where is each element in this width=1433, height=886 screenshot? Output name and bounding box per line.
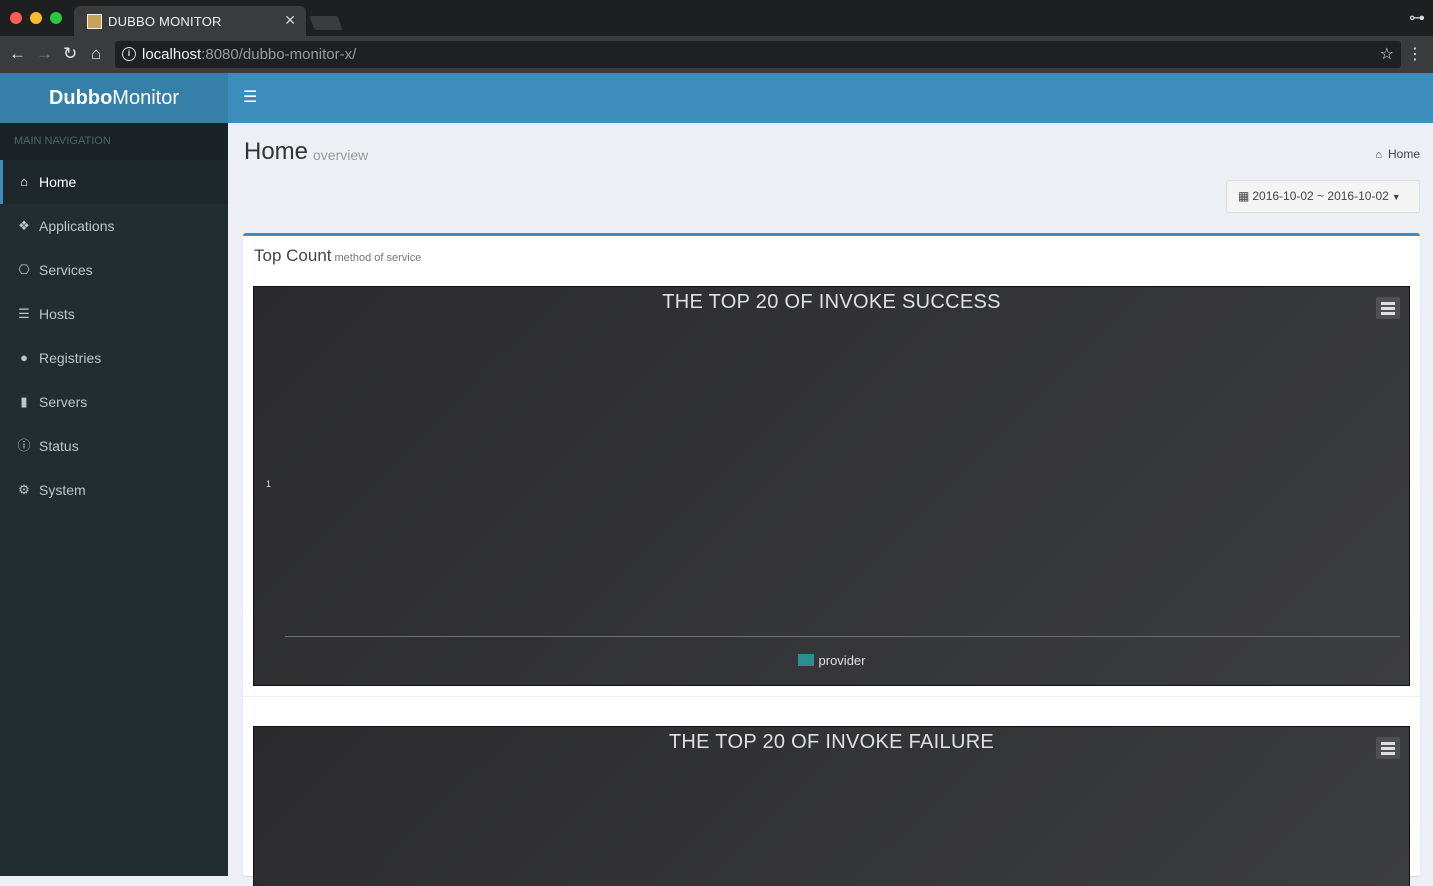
caret-down-icon: ▼ [1391,192,1401,202]
site-info-icon[interactable]: i [122,47,136,61]
sidebar-item-hosts[interactable]: ☰ Hosts [0,292,228,336]
new-tab-button[interactable] [309,16,343,30]
sidebar-item-label: Hosts [39,306,75,322]
nav-header: MAIN NAVIGATION [0,123,228,160]
address-bar[interactable]: i localhost:8080/dubbo-monitor-x/ ☆ [115,41,1401,68]
maximize-window-button[interactable] [50,12,62,24]
info-icon: ⓘ [17,438,31,453]
sidebar-item-label: Applications [39,218,115,234]
incognito-icon: ⊶ [1409,10,1425,27]
sidebar-toggle-icon[interactable]: ☰ [243,87,257,109]
date-range-button[interactable]: ▦ 2016-10-02 ~ 2016-10-02 ▼ [1226,180,1420,213]
browser-menu-icon[interactable]: ⋮ [1407,44,1423,64]
gear-icon: ⚙ [18,482,30,497]
cubes-icon: ❖ [18,218,30,233]
legend-swatch [797,654,814,666]
sliders-icon: ☰ [18,306,30,321]
chart-legend[interactable]: provider [254,653,1409,668]
sidebar-item-registries[interactable]: ● Registries [0,336,228,380]
url-text: localhost:8080/dubbo-monitor-x/ [142,46,356,63]
logo-bold: Dubbo [48,87,113,109]
breadcrumb-home-link[interactable]: Home [1388,147,1420,161]
home-icon: ⌂ [20,174,28,189]
invoke-failure-chart: THE TOP 20 OF INVOKE FAILURE [253,726,1410,886]
chart-menu-button[interactable] [1376,737,1400,759]
app-logo[interactable]: DubboMonitor [0,73,228,123]
browser-titlebar: DUBBO MONITOR ✕ ⊶ [0,0,1433,36]
sidebar-item-label: Services [39,262,93,278]
home-browser-icon[interactable]: ⌂ [91,43,101,65]
globe-icon: ● [20,350,28,365]
invoke-success-chart: THE TOP 20 OF INVOKE SUCCESS 1 provider [253,286,1410,686]
chart-menu-button[interactable] [1376,297,1400,319]
server-icon: ▮ [20,394,28,409]
url-host: localhost [142,46,202,63]
sidebar-item-label: System [39,482,86,498]
box-subtitle: method of service [334,252,422,264]
sidebar-item-servers[interactable]: ▮ Servers [0,380,228,424]
logo-light: Monitor [112,87,179,109]
box-divider [243,696,1420,697]
browser-toolbar: ← → ↻ ⌂ i localhost:8080/dubbo-monitor-x… [0,36,1433,73]
tab-close-icon[interactable]: ✕ [284,12,296,29]
sidebar-item-status[interactable]: ⓘ Status [0,424,228,468]
url-path: :8080/dubbo-monitor-x/ [201,46,357,63]
page-subtitle: overview [313,147,369,163]
main-content: Home overview ⌂ Home ▦ 2016-10-02 ~ 2016-1… [228,123,1433,886]
sidebar-item-system[interactable]: ⚙ System [0,468,228,512]
services-icon: ⎔ [18,262,30,277]
browser-tab[interactable]: DUBBO MONITOR ✕ [74,6,306,36]
bookmark-star-icon[interactable]: ☆ [1380,44,1394,64]
sidebar: MAIN NAVIGATION ⌂ Home ❖ Applications ⎔ … [0,123,228,876]
breadcrumb: ⌂ Home [1375,147,1420,161]
breadcrumb-home-icon: ⌂ [1375,149,1382,161]
box-title-text: Top Count [254,246,332,265]
box-title: Top Count method of service [254,246,421,266]
sidebar-item-label: Home [39,174,77,190]
sidebar-item-applications[interactable]: ❖ Applications [0,204,228,248]
x-axis-line [285,636,1400,637]
app-header: DubboMonitor ☰ [0,73,1433,123]
sidebar-item-label: Status [39,438,79,454]
sidebar-item-label: Registries [39,350,102,366]
sidebar-item-services[interactable]: ⎔ Services [0,248,228,292]
sidebar-item-label: Servers [39,394,88,410]
legend-label: provider [818,653,866,668]
top-count-box: Top Count method of service THE TOP 20 OF… [243,233,1420,886]
minimize-window-button[interactable] [30,12,42,24]
chart-title: THE TOP 20 OF INVOKE SUCCESS [662,291,1001,313]
reload-icon[interactable]: ↻ [63,43,77,65]
date-range-label: 2016-10-02 ~ 2016-10-02 [1252,189,1389,203]
favicon-icon [87,14,102,29]
page-title: Home [244,138,309,165]
chart-title: THE TOP 20 OF INVOKE FAILURE [668,731,995,753]
sidebar-item-home[interactable]: ⌂ Home [0,160,228,204]
back-arrow-icon[interactable]: ← [9,43,26,65]
close-window-button[interactable] [10,12,22,24]
tab-title: DUBBO MONITOR [108,14,222,29]
calendar-icon: ▦ [1238,189,1250,203]
forward-arrow-icon[interactable]: → [36,43,53,65]
y-tick-label: 1 [266,479,272,489]
